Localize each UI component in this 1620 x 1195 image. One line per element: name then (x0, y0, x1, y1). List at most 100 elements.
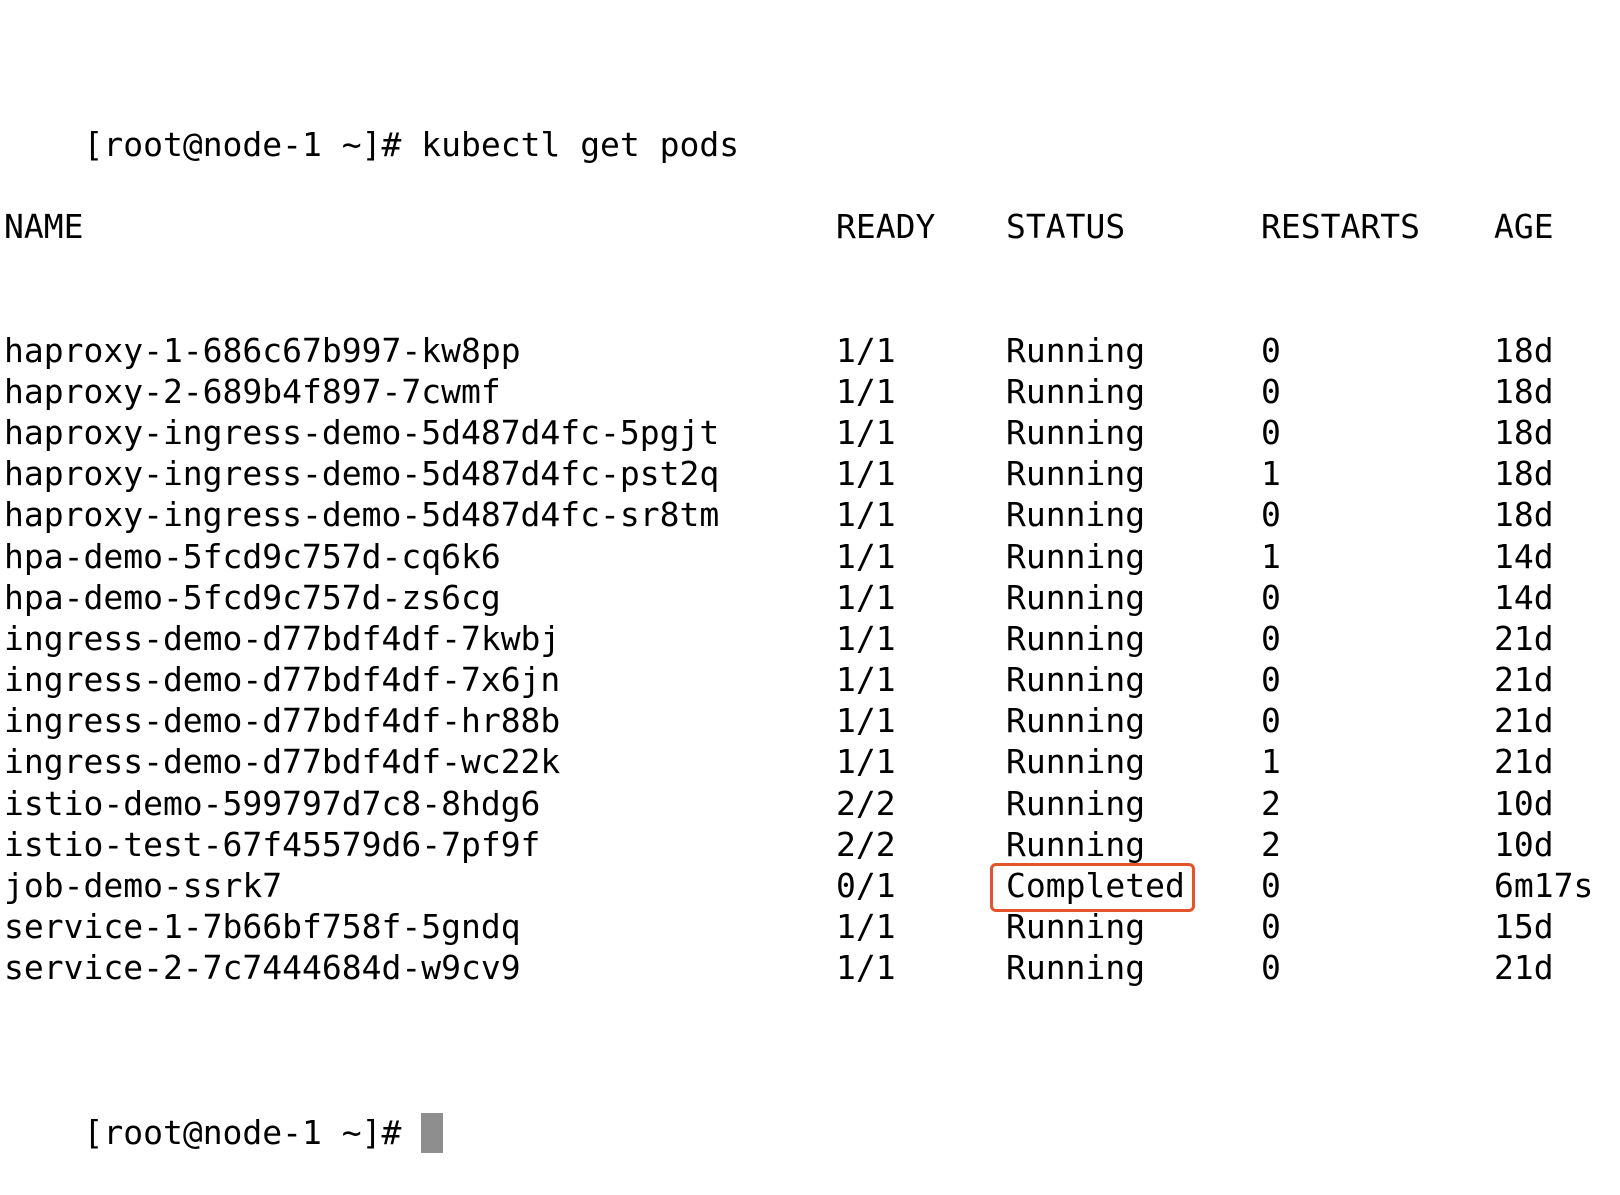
pod-restarts: 0 (1261, 330, 1281, 370)
pod-restarts: 2 (1261, 824, 1281, 864)
prompt: [root@node-1 ~]# (83, 1113, 422, 1153)
pod-name: job-demo-ssrk7 (4, 866, 283, 906)
table-row: haproxy-2-689b4f897-7cwmf 1/1 Running 0 18d (4, 371, 1554, 412)
table-row: hpa-demo-5fcd9c757d-cq6k6 1/1 Running 1 14d (4, 536, 1554, 577)
header-ready: READY (836, 207, 936, 246)
pod-age: 18d (1494, 330, 1554, 370)
table-row: ingress-demo-d77bdf4df-wc22k 1/1 Running 1 2… (4, 741, 1554, 782)
pod-status: Completed (1006, 865, 1185, 906)
pod-ready: 1/1 (836, 412, 896, 452)
pod-restarts: 0 (1261, 495, 1281, 535)
pod-status: Running (1006, 783, 1146, 823)
pod-status: Running (1006, 701, 1146, 741)
pod-name: haproxy-ingress-demo-5d487d4fc-5pgjt (4, 412, 720, 452)
pod-ready: 2/2 (836, 783, 896, 823)
table-row: haproxy-ingress-demo-5d487d4fc-5pgjt 1/1 R… (4, 412, 1554, 453)
terminal[interactable]: [root@node-1 ~]# kubectl get pods NAME R… (4, 0, 1593, 1154)
pod-restarts: 0 (1261, 701, 1281, 741)
pod-age: 21d (1494, 742, 1554, 782)
pod-status: Running (1006, 371, 1146, 411)
pod-status: Running (1006, 330, 1146, 370)
table-row: istio-demo-599797d7c8-8hdg6 2/2 Running 2 10… (4, 783, 1554, 824)
pod-ready: 1/1 (836, 495, 896, 535)
table-row: haproxy-ingress-demo-5d487d4fc-pst2q 1/1 R… (4, 453, 1554, 494)
pod-ready: 0/1 (836, 866, 896, 906)
pod-name: haproxy-1-686c67b997-kw8pp (4, 330, 521, 370)
pod-restarts: 0 (1261, 371, 1281, 411)
pod-status: Running (1006, 824, 1146, 864)
pod-restarts: 0 (1261, 577, 1281, 617)
pod-ready: 1/1 (836, 330, 896, 370)
pod-age: 6m17s (1494, 866, 1594, 906)
pod-status: Running (1006, 660, 1146, 700)
pod-age: 14d (1494, 577, 1554, 617)
pod-status: Running (1006, 495, 1146, 535)
table-header: NAME READY STATUS RESTARTS AGE (4, 206, 1554, 247)
pod-age: 21d (1494, 618, 1554, 658)
pod-restarts: 0 (1261, 866, 1281, 906)
pod-name: hpa-demo-5fcd9c757d-zs6cg (4, 577, 501, 617)
table-row: service-2-7c7444684d-w9cv9 1/1 Running 0 21d (4, 947, 1554, 988)
pod-restarts: 0 (1261, 618, 1281, 658)
prompt: [root@node-1 ~]# (83, 124, 422, 164)
pod-age: 18d (1494, 454, 1554, 494)
pod-name: istio-demo-599797d7c8-8hdg6 (4, 783, 541, 823)
pod-name: haproxy-ingress-demo-5d487d4fc-sr8tm (4, 495, 720, 535)
table-row: ingress-demo-d77bdf4df-hr88b 1/1 Running 0 2… (4, 700, 1554, 741)
command-line: [root@node-1 ~]# kubectl get pods (4, 82, 739, 164)
pod-status: Running (1006, 412, 1146, 452)
pod-name: hpa-demo-5fcd9c757d-cq6k6 (4, 536, 501, 576)
header-status: STATUS (1006, 207, 1126, 246)
prompt-line: [root@node-1 ~]# (4, 1071, 739, 1154)
pod-age: 21d (1494, 701, 1554, 741)
pod-age: 18d (1494, 495, 1554, 535)
header-restarts: RESTARTS (1261, 207, 1420, 246)
pod-name: ingress-demo-d77bdf4df-wc22k (4, 742, 561, 782)
table-row: job-demo-ssrk7 0/1 Completed 0 6m17s (4, 865, 1593, 906)
pod-restarts: 0 (1261, 948, 1281, 988)
cursor (421, 1113, 444, 1154)
table-row: ingress-demo-d77bdf4df-7x6jn 1/1 Running 0 2… (4, 659, 1554, 700)
pod-restarts: 0 (1261, 660, 1281, 700)
pod-age: 18d (1494, 371, 1554, 411)
table-row: ingress-demo-d77bdf4df-7kwbj 1/1 Running 0 2… (4, 618, 1554, 659)
highlight-box: Completed (1006, 866, 1185, 906)
pod-name: haproxy-2-689b4f897-7cwmf (4, 371, 501, 411)
pod-restarts: 0 (1261, 412, 1281, 452)
pod-name: istio-test-67f45579d6-7pf9f (4, 824, 541, 864)
pod-status: Running (1006, 742, 1146, 782)
pod-status: Running (1006, 907, 1146, 947)
pod-age: 14d (1494, 536, 1554, 576)
pod-age: 10d (1494, 824, 1554, 864)
pod-restarts: 1 (1261, 454, 1281, 494)
pod-status: Running (1006, 618, 1146, 658)
pod-ready: 1/1 (836, 907, 896, 947)
pod-ready: 1/1 (836, 660, 896, 700)
pod-ready: 2/2 (836, 824, 896, 864)
pod-age: 21d (1494, 660, 1554, 700)
pod-status: Running (1006, 948, 1146, 988)
header-name: NAME (4, 207, 84, 246)
pod-ready: 1/1 (836, 536, 896, 576)
table-row: hpa-demo-5fcd9c757d-zs6cg 1/1 Running 0 14d (4, 577, 1554, 618)
pod-age: 10d (1494, 783, 1554, 823)
pod-restarts: 1 (1261, 536, 1281, 576)
table-row: haproxy-1-686c67b997-kw8pp 1/1 Running 0 18d (4, 330, 1554, 371)
pod-name: ingress-demo-d77bdf4df-7kwbj (4, 618, 561, 658)
pod-name: service-2-7c7444684d-w9cv9 (4, 948, 521, 988)
pod-name: haproxy-ingress-demo-5d487d4fc-pst2q (4, 454, 720, 494)
pod-age: 21d (1494, 948, 1554, 988)
table-row: haproxy-ingress-demo-5d487d4fc-sr8tm 1/1 R… (4, 494, 1554, 535)
pod-restarts: 0 (1261, 907, 1281, 947)
pod-ready: 1/1 (836, 371, 896, 411)
pod-status: Running (1006, 454, 1146, 494)
pod-status: Running (1006, 577, 1146, 617)
pod-ready: 1/1 (836, 701, 896, 741)
command: kubectl get pods (421, 124, 740, 164)
pod-status: Running (1006, 536, 1146, 576)
pod-ready: 1/1 (836, 948, 896, 988)
pod-restarts: 1 (1261, 742, 1281, 782)
pod-ready: 1/1 (836, 742, 896, 782)
header-age: AGE (1494, 207, 1554, 246)
pod-restarts: 2 (1261, 783, 1281, 823)
